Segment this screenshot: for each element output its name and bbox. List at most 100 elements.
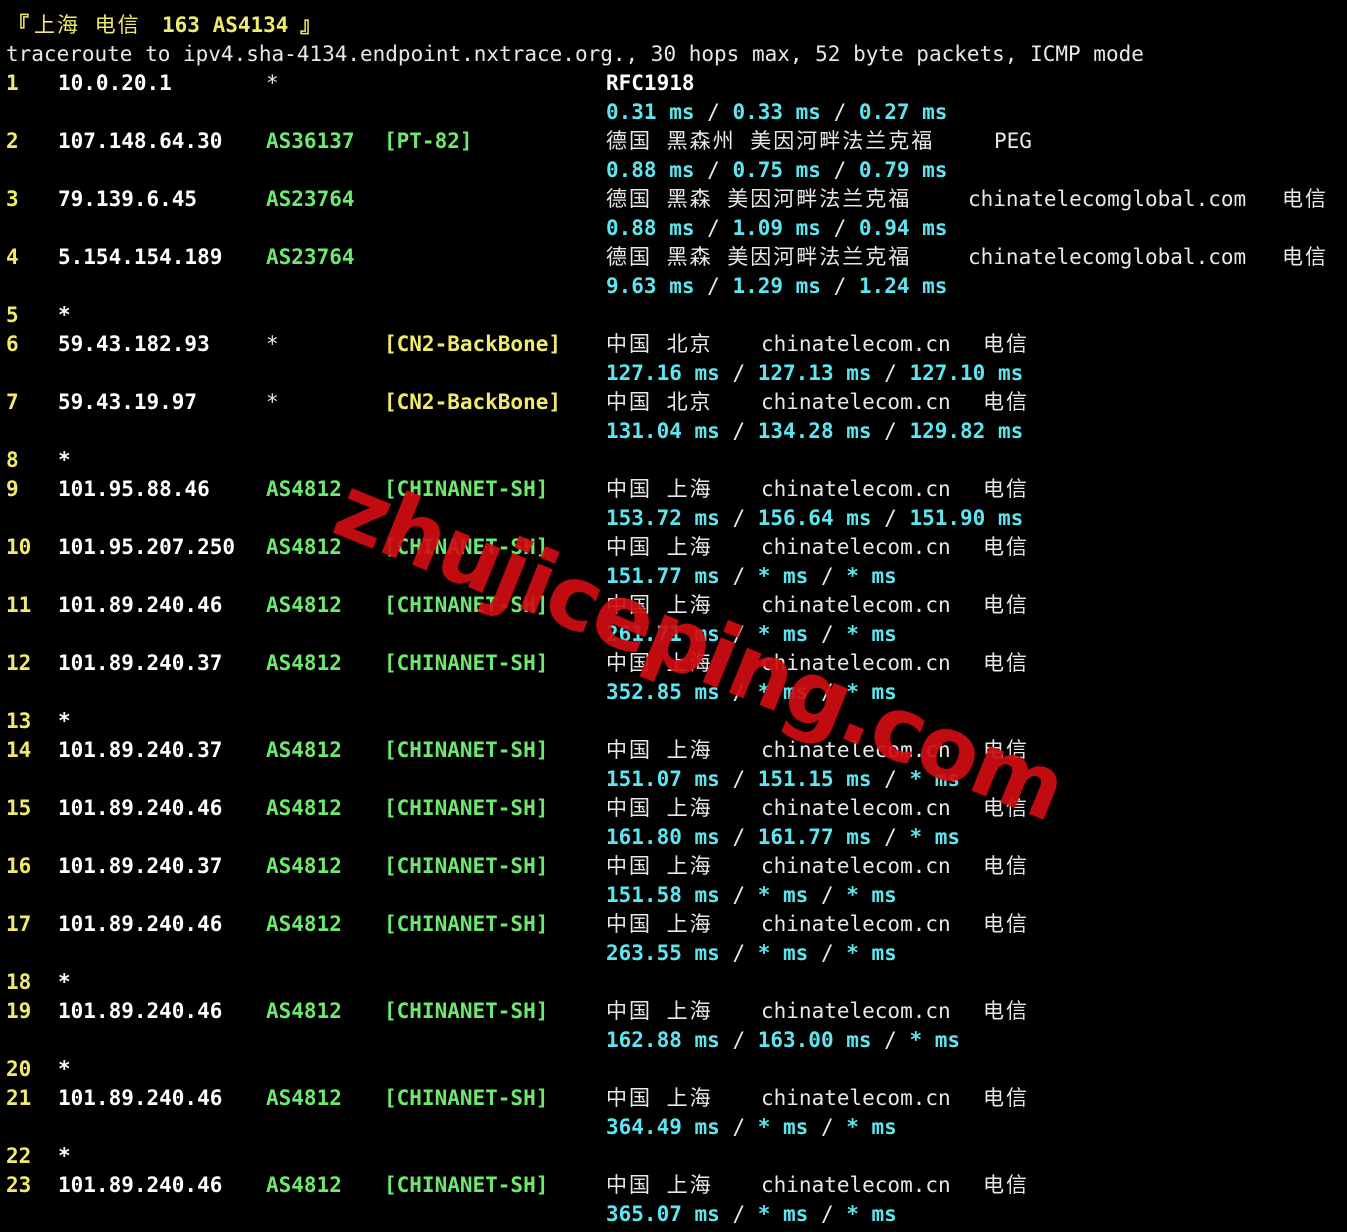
- hop-tag: [CHINANET-SH]: [384, 912, 549, 936]
- rtt-values: 127.16 ms / 127.13 ms / 127.10 ms: [606, 359, 1023, 388]
- rtt-separator: /: [808, 622, 847, 646]
- hop-domain: chinatelecom.cn: [761, 999, 951, 1023]
- hop-row: 15 101.89.240.46 AS4812 [CHINANET-SH] 中国 上海 c…: [0, 794, 1347, 823]
- rtt-separator: /: [808, 1115, 847, 1139]
- hop-rtt-row: 261.71 ms / * ms / * ms: [0, 620, 1347, 649]
- hop-row: 6 59.43.182.93 * [CN2-BackBone] 中国 北京 chinate…: [0, 330, 1347, 359]
- hop-domain: PEG: [994, 129, 1032, 153]
- hop-geo: 中国 上海: [606, 593, 713, 617]
- hop-tag: [CHINANET-SH]: [384, 1086, 549, 1110]
- rtt-value: 0.75 ms: [732, 158, 821, 182]
- hop-timeout: *: [58, 970, 71, 994]
- rtt-value: * ms: [846, 1115, 897, 1139]
- hop-rtt-row: 162.88 ms / 163.00 ms / * ms: [0, 1026, 1347, 1055]
- hop-isp: 电信: [983, 854, 1029, 878]
- hop-domain: chinatelecom.cn: [761, 535, 951, 559]
- title-line: 『 上海 电信 163 AS4134 』: [0, 11, 1347, 40]
- rtt-values: 365.07 ms / * ms / * ms: [606, 1200, 897, 1229]
- hop-rtt-row: 151.07 ms / 151.15 ms / * ms: [0, 765, 1347, 794]
- hop-asn: AS36137: [266, 129, 355, 153]
- rtt-separator: /: [694, 216, 733, 240]
- hop-row: 23 101.89.240.46 AS4812 [CHINANET-SH] 中国 上海 c…: [0, 1171, 1347, 1200]
- rtt-value: 151.15 ms: [757, 767, 872, 791]
- rtt-separator: /: [719, 361, 758, 385]
- rtt-separator: /: [694, 100, 733, 124]
- hop-number: 7: [6, 390, 19, 414]
- hop-domain: chinatelecom.cn: [761, 738, 951, 762]
- rtt-value: 131.04 ms: [606, 419, 720, 443]
- hop-ip: 101.89.240.46: [58, 1086, 223, 1110]
- hop-rtt-row: 0.88 ms / 1.09 ms / 0.94 ms: [0, 214, 1347, 243]
- hop-rtt-row: 0.88 ms / 0.75 ms / 0.79 ms: [0, 156, 1347, 185]
- rtt-separator: /: [694, 158, 733, 182]
- rtt-value: 1.24 ms: [858, 274, 948, 298]
- rtt-value: 9.63 ms: [606, 274, 695, 298]
- hop-isp: 电信: [983, 1173, 1029, 1197]
- rtt-separator: /: [871, 419, 910, 443]
- hop-tag: [CHINANET-SH]: [384, 593, 549, 617]
- hop-geo: 中国 上海: [606, 796, 713, 820]
- hop-rtt-row: 263.55 ms / * ms / * ms: [0, 939, 1347, 968]
- hop-row: 11 101.89.240.46 AS4812 [CHINANET-SH] 中国 上海 c…: [0, 591, 1347, 620]
- rtt-separator: /: [820, 158, 859, 182]
- rtt-values: 151.07 ms / 151.15 ms / * ms: [606, 765, 960, 794]
- rtt-value: * ms: [757, 941, 809, 965]
- title-bracket-close: 』: [300, 13, 321, 37]
- hop-geo: 中国 上海: [606, 912, 713, 936]
- hop-geo: 中国 上海: [606, 738, 713, 762]
- hop-ip: 10.0.20.1: [58, 71, 172, 95]
- hop-row: 5 *: [0, 301, 1347, 330]
- rtt-values: 0.88 ms / 1.09 ms / 0.94 ms: [606, 214, 947, 243]
- rtt-values: 9.63 ms / 1.29 ms / 1.24 ms: [606, 272, 947, 301]
- rtt-value: 162.88 ms: [606, 1028, 720, 1052]
- rtt-value: * ms: [909, 1028, 961, 1052]
- rtt-value: 261.71 ms: [606, 622, 720, 646]
- hop-number: 8: [6, 448, 19, 472]
- hop-ip: 101.95.88.46: [58, 477, 210, 501]
- hop-tag: [CHINANET-SH]: [384, 651, 549, 675]
- hop-asn: AS4812: [266, 854, 342, 878]
- hop-ip: 101.89.240.37: [58, 651, 223, 675]
- hop-row: 19 101.89.240.46 AS4812 [CHINANET-SH] 中国 上海 c…: [0, 997, 1347, 1026]
- rtt-value: 1.09 ms: [732, 216, 821, 240]
- hop-isp: 电信: [1282, 187, 1328, 211]
- hop-number: 15: [6, 796, 32, 820]
- rtt-separator: /: [871, 361, 910, 385]
- hop-isp: 电信: [983, 796, 1029, 820]
- hop-domain: chinatelecom.cn: [761, 796, 951, 820]
- hop-domain: chinatelecom.cn: [761, 1173, 951, 1197]
- hop-row: 12 101.89.240.37 AS4812 [CHINANET-SH] 中国 上海 c…: [0, 649, 1347, 678]
- hop-rtt-row: 0.31 ms / 0.33 ms / 0.27 ms: [0, 98, 1347, 127]
- hop-tag: [CHINANET-SH]: [384, 1173, 549, 1197]
- hop-asn: *: [266, 390, 279, 414]
- hop-number: 11: [6, 593, 32, 617]
- hop-row: 16 101.89.240.37 AS4812 [CHINANET-SH] 中国 上海 c…: [0, 852, 1347, 881]
- rtt-separator: /: [719, 1202, 758, 1226]
- rtt-separator: /: [808, 680, 847, 704]
- rtt-value: 127.16 ms: [606, 361, 720, 385]
- hop-tag: [CHINANET-SH]: [384, 477, 549, 501]
- rtt-separator: /: [719, 506, 758, 530]
- hop-rtt-row: 161.80 ms / 161.77 ms / * ms: [0, 823, 1347, 852]
- rtt-value: 163.00 ms: [757, 1028, 872, 1052]
- hop-number: 19: [6, 999, 32, 1023]
- hop-isp: 电信: [983, 477, 1029, 501]
- title-bracket-open: 『: [8, 13, 29, 37]
- rtt-separator: /: [820, 100, 859, 124]
- rtt-value: * ms: [757, 680, 809, 704]
- hop-domain: chinatelecom.cn: [761, 593, 951, 617]
- rtt-value: * ms: [909, 825, 961, 849]
- hop-geo: 中国 上海: [606, 1173, 713, 1197]
- hop-tag: [CHINANET-SH]: [384, 999, 549, 1023]
- hop-asn: AS4812: [266, 593, 342, 617]
- hop-rtt-row: 153.72 ms / 156.64 ms / 151.90 ms: [0, 504, 1347, 533]
- hop-ip: 101.89.240.46: [58, 999, 223, 1023]
- hop-timeout: *: [58, 1144, 71, 1168]
- hop-domain: chinatelecom.cn: [761, 332, 951, 356]
- rtt-separator: /: [808, 941, 847, 965]
- hop-number: 20: [6, 1057, 32, 1081]
- hop-asn: *: [266, 332, 279, 356]
- rtt-value: * ms: [846, 883, 897, 907]
- hop-number: 23: [6, 1173, 32, 1197]
- rtt-separator: /: [694, 274, 733, 298]
